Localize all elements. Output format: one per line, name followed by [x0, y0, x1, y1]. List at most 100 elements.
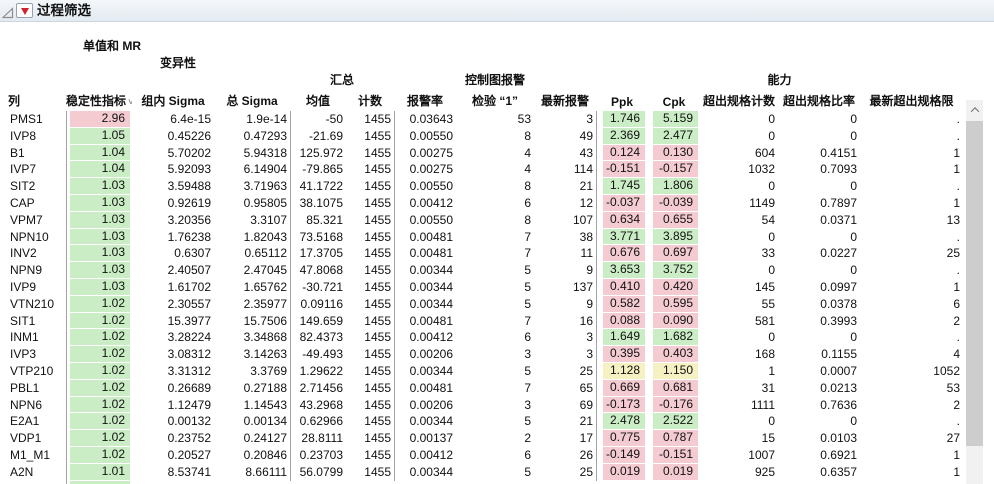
table-cell: 54 — [700, 212, 778, 229]
cpk-chip: 0.403 — [653, 346, 698, 362]
table-cell: 0.26689 — [132, 380, 214, 397]
table-body: PMS12.966.4e-151.9e-14-5014550.036435331… — [0, 111, 963, 484]
row-label: NPN10 — [0, 229, 66, 246]
ppk-chip: 0.669 — [603, 380, 645, 396]
outline-open-triangle-icon[interactable] — [2, 6, 14, 18]
col-header-test-1[interactable]: 检验 “1” — [456, 92, 534, 109]
table-cell: 1111 — [700, 397, 778, 414]
table-cell: -30.721 — [290, 279, 346, 296]
table-cell: 0.00206 — [394, 346, 456, 363]
table-cell: 0.019 — [596, 464, 648, 481]
table-row[interactable]: PBL11.020.266890.271882.7145614550.00481… — [0, 380, 963, 397]
table-row[interactable]: VTN2101.022.305572.359770.0911614550.003… — [0, 296, 963, 313]
table-row[interactable]: VTP2101.023.313123.37691.2962214550.0034… — [0, 363, 963, 380]
ppk-chip: 1.128 — [603, 363, 645, 379]
col-header-latest-alarm[interactable]: 最新报警 — [534, 92, 596, 109]
partial-next-row — [0, 481, 963, 484]
table-cell: 1455 — [346, 413, 394, 430]
col-header-within-sigma[interactable]: 组内 Sigma — [132, 92, 214, 109]
stability-index-chip: 1.02 — [70, 447, 130, 463]
cpk-chip: 5.159 — [653, 111, 698, 127]
table-cell: 0.0007 — [778, 363, 860, 380]
table-cell: 2 — [860, 397, 963, 414]
table-row[interactable]: IVP31.023.083123.14263-49.49314550.00206… — [0, 346, 963, 363]
table-cell: 53 — [456, 111, 534, 128]
row-label: NPN6 — [0, 397, 66, 414]
table-row[interactable]: B11.045.702025.94318125.97214550.0027544… — [0, 145, 963, 162]
col-header-cpk[interactable]: Cpk — [648, 95, 700, 109]
table-cell: . — [860, 178, 963, 195]
stability-index-chip: 1.02 — [70, 346, 130, 362]
stability-index-chip: 1.03 — [70, 212, 130, 228]
table-row[interactable]: PMS12.966.4e-151.9e-14-5014550.036435331… — [0, 111, 963, 128]
col-header-alarm-rate[interactable]: 报警率 — [394, 92, 456, 109]
table-cell: 25 — [534, 363, 596, 380]
table-cell: 2 — [456, 430, 534, 447]
table-row[interactable]: NPN61.021.124791.1454343.296814550.00206… — [0, 397, 963, 414]
table-row[interactable]: IVP91.031.617021.65762-30.72114550.00344… — [0, 279, 963, 296]
table-cell: 0.6921 — [778, 447, 860, 464]
cpk-chip: 2.522 — [653, 413, 698, 429]
table-cell: 65 — [534, 380, 596, 397]
table-cell: 1455 — [346, 363, 394, 380]
table-cell: 107 — [534, 212, 596, 229]
table-cell: 149.659 — [290, 313, 346, 330]
table-cell: 3.895 — [648, 229, 700, 246]
col-header-out-of-spec-rate[interactable]: 超出规格比率 — [778, 92, 860, 109]
table-cell: 0.697 — [648, 245, 700, 262]
table-row[interactable]: E2A11.020.001320.001340.6296614550.00344… — [0, 413, 963, 430]
table-cell: 1455 — [346, 346, 394, 363]
table-cell: 0.95805 — [214, 195, 290, 212]
table-row[interactable]: NPN91.032.405072.4704547.806814550.00344… — [0, 262, 963, 279]
table-cell: 0.65112 — [214, 245, 290, 262]
table-cell: 1.29622 — [290, 363, 346, 380]
ppk-chip: -0.151 — [603, 161, 645, 177]
ppk-chip: 0.582 — [603, 296, 645, 312]
col-header-latest-out-of-spec[interactable]: 最新超出规格限 — [860, 92, 963, 109]
table-row[interactable]: SIT11.0215.397715.7506149.65914550.00481… — [0, 313, 963, 330]
stability-index-chip: 1.05 — [70, 128, 130, 144]
scrollbar-thumb[interactable] — [966, 121, 983, 446]
table-cell: . — [860, 329, 963, 346]
table-cell: 5 — [456, 296, 534, 313]
table-row[interactable]: IVP71.045.920936.14904-79.86514550.00275… — [0, 161, 963, 178]
table-cell: 1455 — [346, 161, 394, 178]
table-row[interactable]: A2N1.018.537418.6611156.079914550.003445… — [0, 464, 963, 481]
table-row[interactable]: CAP1.030.926190.9580538.107514550.004126… — [0, 195, 963, 212]
col-header-out-of-spec-count[interactable]: 超出规格计数 — [700, 92, 778, 109]
table-cell: 1455 — [346, 195, 394, 212]
col-header-count[interactable]: 计数 — [346, 92, 394, 109]
table-cell: 11 — [534, 245, 596, 262]
table-cell: 1.03 — [66, 229, 132, 246]
col-header-mean[interactable]: 均值 — [290, 92, 346, 109]
vertical-scrollbar[interactable] — [966, 100, 983, 484]
table-row[interactable]: INM11.023.282243.3486882.437314550.00412… — [0, 329, 963, 346]
table-row[interactable]: NPN101.031.762381.8204373.516814550.0048… — [0, 229, 963, 246]
cpk-chip: 1.150 — [653, 363, 698, 379]
scrollbar-up-button[interactable] — [966, 100, 983, 119]
table-row[interactable]: IVP81.050.452260.47293-21.6914550.005508… — [0, 128, 963, 145]
table-cell: 47.8068 — [290, 262, 346, 279]
table-cell: 1.03 — [66, 245, 132, 262]
table-cell: 0 — [700, 128, 778, 145]
table-cell: 0.00344 — [394, 413, 456, 430]
table-cell: 0 — [778, 413, 860, 430]
table-row[interactable]: M1_M11.020.205270.208460.2370314550.0041… — [0, 447, 963, 464]
row-label: PBL1 — [0, 380, 66, 397]
table-cell: 0.0378 — [778, 296, 860, 313]
col-header-ppk[interactable]: Ppk — [596, 95, 648, 109]
col-header-stability-index[interactable]: 稳定性指标˅ — [66, 92, 132, 109]
table-row[interactable]: INV21.030.63070.6511217.370514550.004817… — [0, 245, 963, 262]
table-row[interactable]: SIT21.033.594883.7196341.172214550.00550… — [0, 178, 963, 195]
table-row[interactable]: VDP11.020.237520.2412728.811114550.00137… — [0, 430, 963, 447]
table-cell: 7 — [456, 313, 534, 330]
row-label: INV2 — [0, 245, 66, 262]
table-row[interactable]: VPM71.033.203563.310785.32114550.0055081… — [0, 212, 963, 229]
table-cell: 1.14543 — [214, 397, 290, 414]
cpk-chip: 0.019 — [653, 464, 698, 480]
cpk-chip: 2.477 — [653, 128, 698, 144]
red-triangle-menu-button[interactable] — [16, 3, 33, 18]
table-cell: 604 — [700, 145, 778, 162]
col-header-total-sigma[interactable]: 总 Sigma — [214, 92, 290, 109]
col-header-column[interactable]: 列 — [0, 92, 66, 109]
